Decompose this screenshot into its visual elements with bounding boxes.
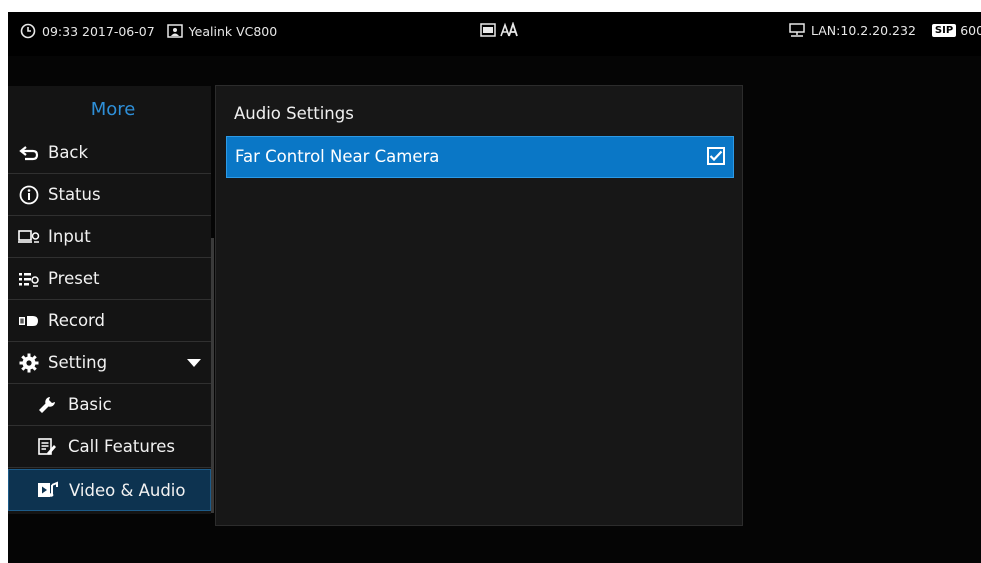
input-icon [18, 226, 40, 248]
sidebar-item-basic[interactable]: Basic [8, 384, 211, 426]
sidebar-item-status[interactable]: Status [8, 174, 211, 216]
status-time: 09:33 [42, 23, 79, 39]
device-name: Yealink VC800 [188, 23, 278, 39]
sidebar-item-label: Record [48, 311, 106, 330]
sidebar-item-label: Preset [48, 269, 100, 288]
checkmark-icon [709, 150, 723, 162]
sidebar-item-label: Back [48, 143, 89, 162]
status-date: 2017-06-07 [82, 23, 155, 39]
gear-icon [18, 352, 40, 374]
sidebar-item-record[interactable]: Record [8, 300, 211, 342]
sidebar-item-call-features[interactable]: Call Features [8, 426, 211, 468]
panel-title: Audio Settings [234, 104, 354, 123]
sidebar-item-label: Input [48, 227, 91, 246]
status-left: 09:33 2017-06-07 Yealink VC800 [20, 23, 277, 39]
sidebar-item-back[interactable]: Back [8, 132, 211, 174]
network-icon [789, 23, 805, 37]
lan-address: LAN:10.2.20.232 [811, 23, 916, 38]
video-audio-icon [37, 479, 59, 501]
sidebar-item-label: Status [48, 185, 101, 204]
vcs-icon [480, 23, 496, 37]
clock-icon [20, 23, 36, 39]
status-middle [480, 22, 518, 38]
sidebar-scrollbar[interactable] [211, 238, 214, 513]
sidebar-item-label: Basic [68, 395, 112, 414]
audio-settings-panel: Audio Settings Far Control Near Camera [215, 85, 743, 526]
screen: 09:33 2017-06-07 Yealink VC800 LAN:10.2.… [8, 12, 981, 563]
sidebar-item-label: Call Features [68, 437, 175, 456]
sip-account: 6000 [960, 23, 981, 38]
sidebar-item-video-audio[interactable]: Video & Audio [8, 469, 211, 511]
device-icon [166, 24, 183, 38]
option-label: Far Control Near Camera [235, 147, 440, 166]
sidebar-item-label: Setting [48, 353, 108, 372]
sip-badge: SIP [931, 24, 957, 37]
sidebar-title: More [90, 99, 136, 120]
sidebar-item-input[interactable]: Input [8, 216, 211, 258]
sidebar-item-preset[interactable]: Preset [8, 258, 211, 300]
info-icon [18, 184, 40, 206]
record-icon [18, 310, 40, 332]
font-size-icon [500, 22, 518, 37]
far-control-near-camera-checkbox[interactable] [707, 147, 725, 165]
wrench-icon [36, 394, 58, 416]
status-bar: 09:33 2017-06-07 Yealink VC800 LAN:10.2.… [8, 12, 981, 56]
preset-icon [18, 268, 40, 290]
call-features-icon [36, 436, 58, 458]
far-control-near-camera-option[interactable]: Far Control Near Camera [226, 136, 734, 178]
sidebar-item-setting[interactable]: Setting [8, 342, 211, 384]
back-arrow-icon [18, 142, 40, 164]
sidebar-item-label: Video & Audio [69, 480, 186, 500]
status-right: LAN:10.2.20.232 SIP 6000 [789, 23, 981, 38]
chevron-down-icon [187, 359, 201, 367]
